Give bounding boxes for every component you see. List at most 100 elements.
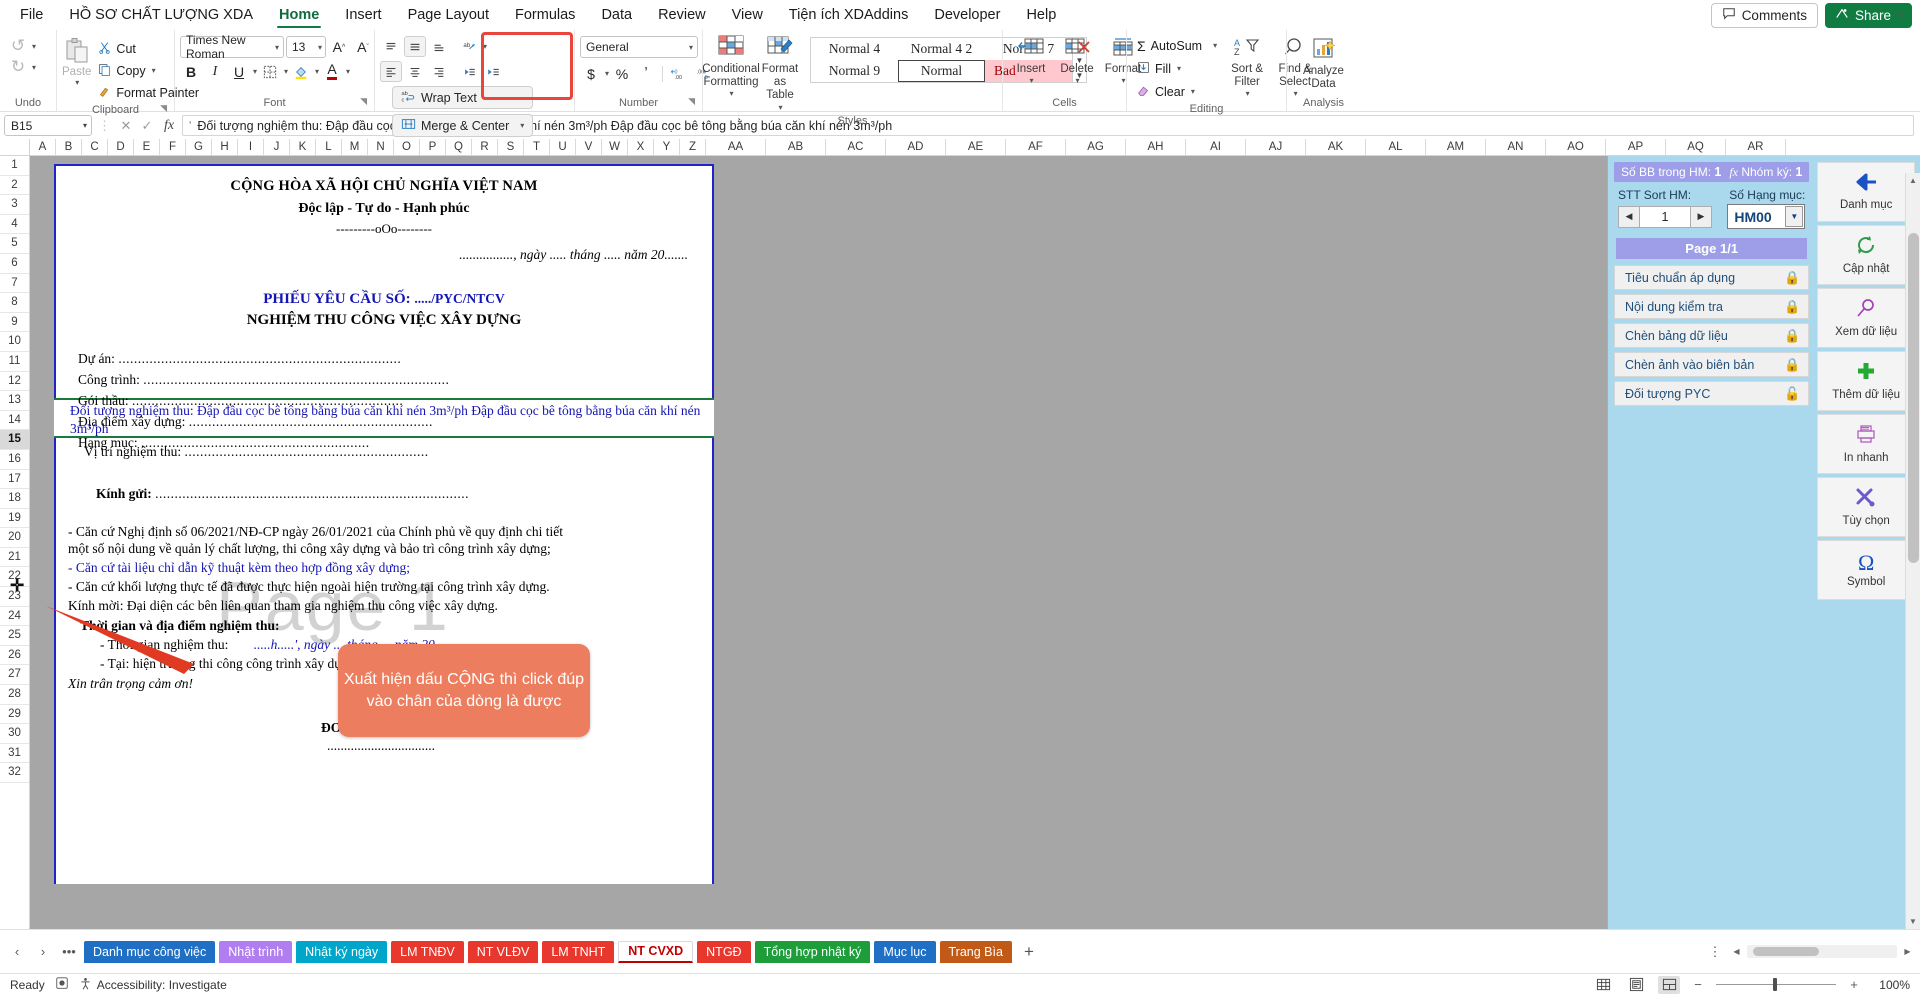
increase-indent-button[interactable] (482, 61, 504, 82)
align-right-button[interactable] (428, 61, 450, 82)
column-header-a[interactable]: A (30, 139, 56, 155)
increase-font-size-button[interactable]: A ^ (328, 37, 350, 58)
paste-button[interactable]: Paste ▾ (62, 35, 91, 87)
style-cell-normal-9[interactable]: Normal 9 (811, 60, 898, 82)
column-header-t[interactable]: T (524, 139, 550, 155)
ribbon-tab-help[interactable]: Help (1014, 0, 1068, 30)
addin-row-chen-bang[interactable]: Chèn bảng dữ liệu 🔒 (1614, 323, 1810, 348)
column-header-aq[interactable]: AQ (1666, 139, 1726, 155)
sheet-tab-danh-mục-công-việc[interactable]: Danh mục công việc (84, 940, 216, 963)
column-header-w[interactable]: W (602, 139, 628, 155)
delete-chevron-down-icon[interactable]: ▾ (1075, 76, 1079, 85)
borders-chevron-down-icon[interactable]: ▾ (284, 67, 288, 76)
column-header-ao[interactable]: AO (1546, 139, 1606, 155)
column-header-an[interactable]: AN (1486, 139, 1546, 155)
sheet-tab-trang-bìa[interactable]: Trang Bìa (939, 940, 1012, 963)
row-header-4[interactable]: 4 (0, 215, 29, 235)
spinner-next-button[interactable]: ▶ (1690, 205, 1712, 228)
row-header-14[interactable]: 14 (0, 411, 29, 431)
column-header-ap[interactable]: AP (1606, 139, 1666, 155)
row-header-16[interactable]: 16 (0, 450, 29, 470)
name-box[interactable]: B15 ▾ (4, 115, 92, 136)
column-header-aj[interactable]: AJ (1246, 139, 1306, 155)
format-chevron-down-icon[interactable]: ▾ (1121, 76, 1125, 85)
column-header-ai[interactable]: AI (1186, 139, 1246, 155)
addin-button-cap-nhat[interactable]: Cập nhật (1817, 225, 1915, 285)
row-header-21[interactable]: 21 (0, 548, 29, 568)
addin-button-tuy-chon[interactable]: Tùy chọn (1817, 477, 1915, 537)
row-header-32[interactable]: 32 (0, 763, 29, 783)
addin-button-symbol[interactable]: Ω Symbol (1817, 540, 1915, 600)
page-break-preview-button[interactable] (1658, 975, 1680, 994)
row-header-18[interactable]: 18 (0, 489, 29, 509)
percent-button[interactable]: % (611, 63, 633, 84)
orientation-chevron-down-icon[interactable]: ▾ (483, 42, 487, 51)
vertical-scroll-thumb[interactable] (1908, 233, 1919, 563)
column-header-b[interactable]: B (56, 139, 82, 155)
merge-chevron-down-icon[interactable]: ▾ (520, 121, 524, 130)
column-header-s[interactable]: S (498, 139, 524, 155)
row-header-29[interactable]: 29 (0, 705, 29, 725)
stt-spinner[interactable]: ◀ 1 ▶ (1618, 205, 1712, 228)
align-center-button[interactable] (404, 61, 426, 82)
fat-chevron-down-icon[interactable]: ▾ (778, 103, 782, 112)
add-sheet-button[interactable]: + (1016, 942, 1042, 962)
column-header-af[interactable]: AF (1006, 139, 1066, 155)
redo-icon[interactable]: ↻ (5, 57, 31, 77)
row-header-13[interactable]: 13 (0, 391, 29, 411)
ribbon-tab-document[interactable]: HỒ SƠ CHẤT LƯỢNG XDA (57, 0, 265, 30)
zoom-thumb[interactable] (1773, 978, 1777, 991)
column-header-am[interactable]: AM (1426, 139, 1486, 155)
insert-chevron-down-icon[interactable]: ▾ (1029, 76, 1033, 85)
row-header-28[interactable]: 28 (0, 685, 29, 705)
insert-cells-button[interactable]: Insert ▾ (1008, 35, 1054, 87)
decrease-indent-button[interactable] (458, 61, 480, 82)
row-header-1[interactable]: 1 (0, 156, 29, 176)
row-header-11[interactable]: 11 (0, 352, 29, 372)
sort-filter-button[interactable]: AZ Sort & Filter ▾ (1224, 35, 1270, 101)
align-top-button[interactable] (380, 36, 402, 57)
undo-chevron-down-icon[interactable]: ▾ (32, 42, 36, 51)
style-cell-normal-4[interactable]: Normal 4 (811, 38, 898, 60)
currency-button[interactable]: $ (580, 63, 602, 84)
sheet-tab-ntgđ[interactable]: NTGĐ (697, 940, 751, 963)
column-header-g[interactable]: G (186, 139, 212, 155)
row-header-26[interactable]: 26 (0, 646, 29, 666)
decrease-font-size-button[interactable]: Aˇ (352, 37, 374, 58)
autosum-button[interactable]: Σ AutoSum ▾ (1132, 35, 1222, 56)
row-header-9[interactable]: 9 (0, 313, 29, 333)
column-header-ar[interactable]: AR (1726, 139, 1786, 155)
align-left-button[interactable] (380, 61, 402, 82)
sheet-list-icon[interactable]: ••• (58, 944, 80, 959)
addin-row-chen-anh[interactable]: Chèn ảnh vào biên bản 🔒 (1614, 352, 1810, 377)
style-cell-normal[interactable]: Normal (898, 60, 985, 82)
font-size-input[interactable]: 13 ▾ (286, 36, 326, 58)
sheet-tab-nhật-trình[interactable]: Nhật trình (219, 940, 293, 963)
lock-closed-icon[interactable]: 🔒 (1784, 357, 1800, 373)
column-header-q[interactable]: Q (446, 139, 472, 155)
column-header-ak[interactable]: AK (1306, 139, 1366, 155)
row-header-12[interactable]: 12 (0, 372, 29, 392)
row-header-2[interactable]: 2 (0, 176, 29, 196)
addin-row-doi-tuong-pyc[interactable]: Đối tượng PYC 🔓 (1614, 381, 1810, 406)
underline-button[interactable]: U (228, 61, 250, 82)
column-header-d[interactable]: D (108, 139, 134, 155)
zoom-out-button[interactable]: − (1691, 977, 1705, 992)
column-header-ab[interactable]: AB (766, 139, 826, 155)
column-header-f[interactable]: F (160, 139, 186, 155)
column-header-ad[interactable]: AD (886, 139, 946, 155)
row-header-27[interactable]: 27 (0, 665, 29, 686)
row-header-15[interactable]: 15 (0, 430, 29, 450)
clear-button[interactable]: Clear ▾ (1132, 81, 1222, 102)
column-header-j[interactable]: J (264, 139, 290, 155)
orientation-button[interactable]: ab (458, 36, 480, 57)
sheet-tab-lm-tnht[interactable]: LM TNHT (542, 940, 615, 963)
bold-button[interactable]: B (180, 61, 202, 82)
paste-chevron-down-icon[interactable]: ▾ (75, 78, 79, 87)
sheet-tab-nhật-ký-ngày[interactable]: Nhật ký ngày (296, 940, 388, 963)
row-header-3[interactable]: 3 (0, 195, 29, 215)
row-header-7[interactable]: 7 (0, 274, 29, 294)
enter-icon[interactable]: ✓ (138, 118, 156, 134)
row-header-8[interactable]: 8 (0, 293, 29, 313)
chevron-down-icon[interactable]: ▾ (318, 43, 322, 52)
